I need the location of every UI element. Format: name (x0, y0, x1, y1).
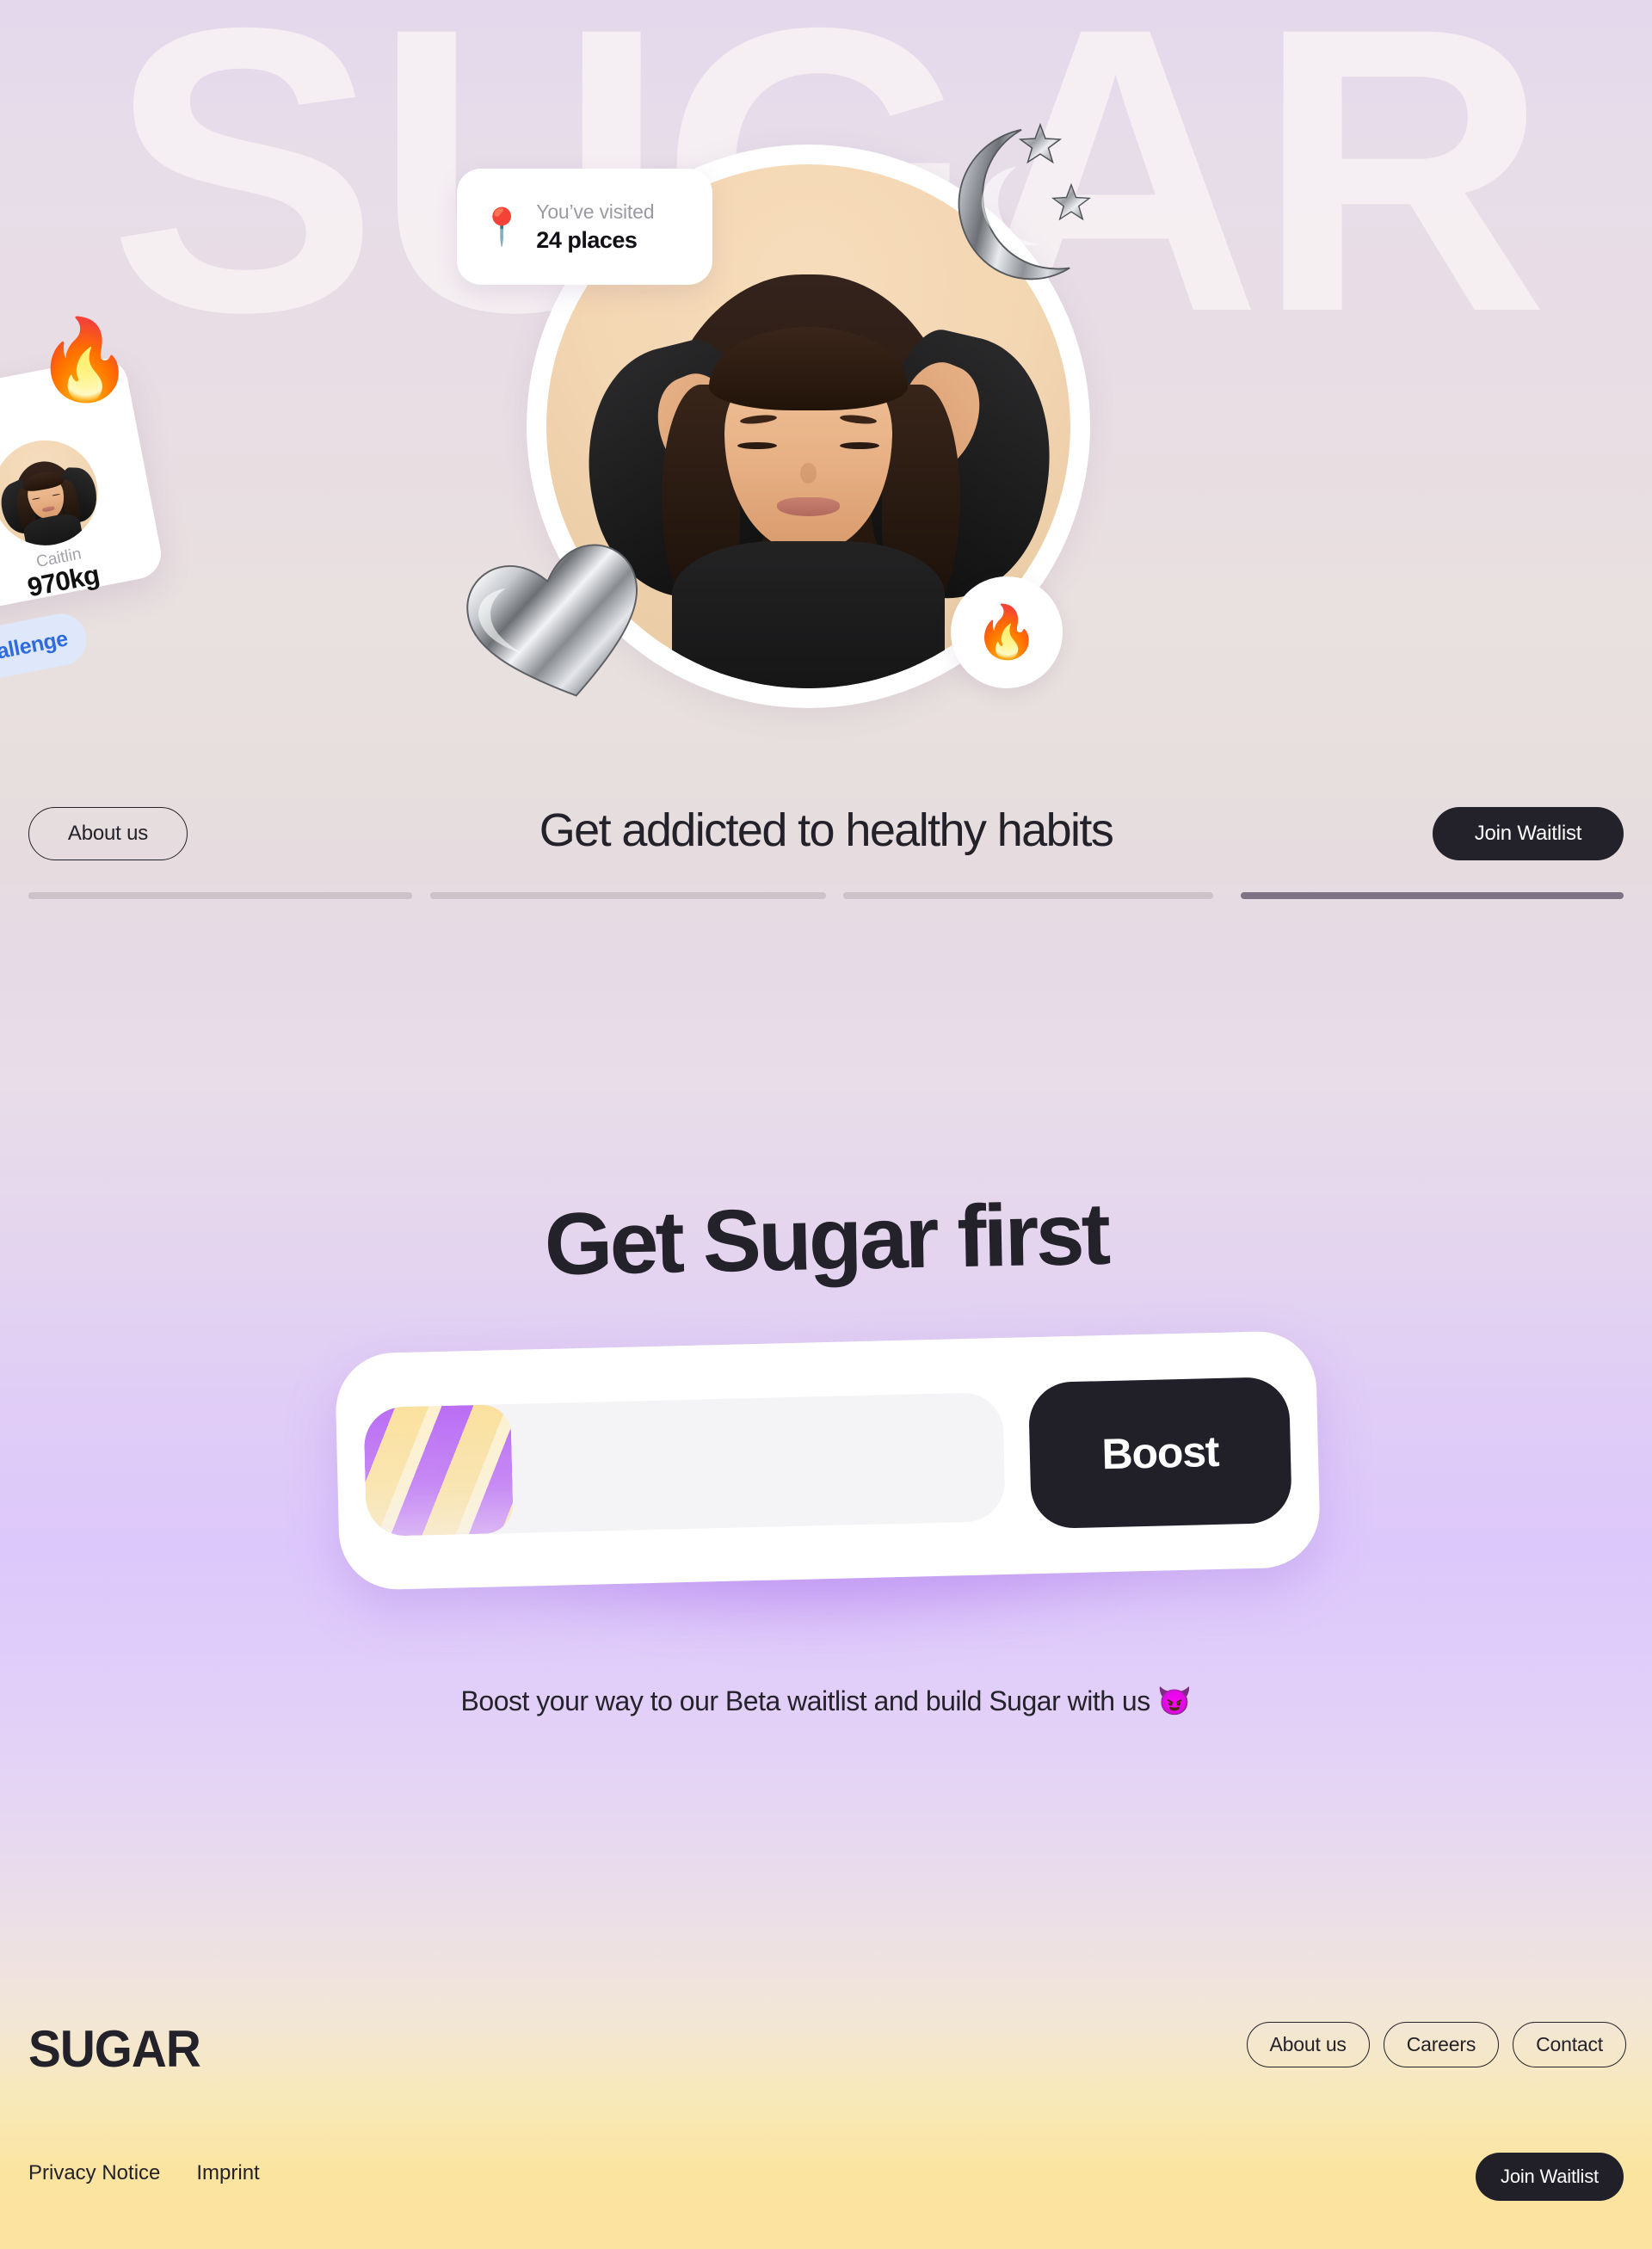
leaderboard-challenge-pill: quat Challenge (0, 609, 91, 708)
progress-segment-2[interactable] (430, 892, 826, 899)
boost-progress-fill (363, 1403, 514, 1537)
join-waitlist-button-top[interactable]: Join Waitlist (1433, 807, 1624, 860)
footer-link-about-us[interactable]: About us (1246, 2022, 1370, 2067)
footer-logo[interactable]: SUGAR (28, 2022, 226, 2073)
progress-segments (0, 892, 1652, 901)
page-title: Get addicted to healthy habits (539, 804, 1114, 856)
leaderboard-avatar-photo (0, 431, 107, 555)
progress-segment-1[interactable] (28, 892, 412, 899)
footer-link-contact[interactable]: Contact (1513, 2022, 1626, 2067)
fire-badge: 🔥 (951, 576, 1063, 688)
footer-link-careers[interactable]: Careers (1383, 2022, 1500, 2067)
boost-bar: Boost (334, 1330, 1322, 1591)
landing-page: SUGAR (0, 0, 1652, 2249)
boost-button[interactable]: Boost (1027, 1376, 1292, 1529)
chrome-heart-icon (450, 527, 668, 726)
leaderboard-card: Summer ws Ca (0, 316, 166, 708)
chrome-star-icon (1051, 182, 1092, 222)
fire-icon: 🔥 (34, 316, 134, 404)
hero-section: 🔥 📍 You’ve visited 24 places Summer ws (0, 0, 1652, 774)
join-waitlist-button-bottom[interactable]: Join Waitlist (1476, 2153, 1624, 2201)
imprint-link[interactable]: Imprint (196, 2161, 259, 2185)
pin-icon: 📍 (479, 206, 525, 247)
svg-text:SUGAR: SUGAR (28, 2022, 200, 2073)
boost-section: Get Sugar first Boost Boost your way to … (0, 1185, 1652, 1807)
visited-label: You’ve visited (536, 200, 655, 223)
visited-places-card: 📍 You’ve visited 24 places (457, 169, 712, 285)
progress-segment-3[interactable] (843, 892, 1213, 899)
leaderboard-avatar (0, 431, 108, 555)
boost-subtitle: Boost your way to our Beta waitlist and … (460, 1685, 1192, 1716)
privacy-notice-link[interactable]: Privacy Notice (28, 2161, 160, 2185)
footer-links: About us Careers Contact (1246, 2022, 1626, 2067)
visited-value: 24 places (536, 226, 638, 253)
leaderboard-challenge-label: quat Challenge (0, 625, 70, 679)
boost-progress-track[interactable] (363, 1391, 1006, 1537)
nav-row: About us Get addicted to healthy habits … (0, 800, 1652, 869)
footer: SUGAR About us Careers Contact Privacy N… (0, 2005, 1652, 2249)
progress-segment-4-active[interactable] (1241, 892, 1624, 899)
chrome-star-icon (1018, 122, 1063, 165)
boost-title: Get Sugar first (543, 1184, 1109, 1294)
legal-links: Privacy Notice Imprint (28, 2161, 260, 2185)
fire-icon: 🔥 (974, 603, 1039, 661)
